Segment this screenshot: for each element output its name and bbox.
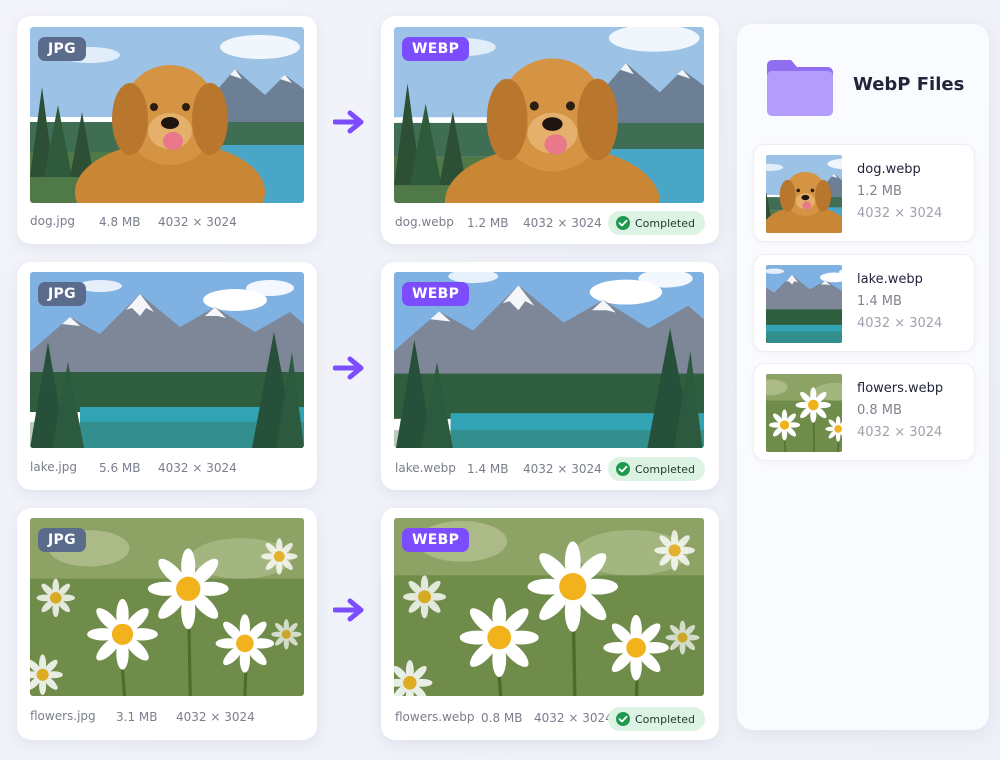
file-name: flowers.webp (857, 381, 944, 396)
source-dimensions: 4032 × 3024 (176, 710, 255, 724)
source-thumbnail-lake: JPG (30, 272, 304, 448)
source-dimensions: 4032 × 3024 (158, 215, 237, 229)
source-thumbnail-flowers: JPG (30, 518, 304, 696)
file-item-flowers[interactable]: flowers.webp 0.8 MB 4032 × 3024 (753, 363, 975, 461)
file-thumbnail (766, 265, 842, 343)
webp-files-panel: WebP Files dog.webp 1.2 MB 4032 × 3024 l… (737, 24, 989, 730)
webp-badge: WEBP (402, 528, 470, 552)
source-thumbnail-dog: JPG (30, 27, 304, 203)
status-label: Completed (635, 216, 695, 230)
output-filesize: 0.8 MB (481, 711, 523, 725)
folder-icon (767, 60, 833, 116)
jpg-badge: JPG (38, 282, 86, 306)
file-name: lake.webp (857, 272, 923, 287)
source-card-flowers[interactable]: JPG flowers.jpg 3.1 MB 4032 × 3024 (17, 508, 317, 740)
status-label: Completed (635, 712, 695, 726)
output-thumbnail-dog: WEBP (394, 27, 704, 203)
jpg-badge: JPG (38, 528, 86, 552)
file-item-dog[interactable]: dog.webp 1.2 MB 4032 × 3024 (753, 144, 975, 242)
status-badge: Completed (608, 211, 705, 235)
check-circle-icon (616, 216, 630, 230)
arrow-right-icon (333, 598, 364, 622)
status-label: Completed (635, 462, 695, 476)
check-circle-icon (616, 712, 630, 726)
status-badge: Completed (608, 457, 705, 481)
file-size: 0.8 MB (857, 403, 902, 418)
check-circle-icon (616, 462, 630, 476)
arrow-right-icon (333, 110, 364, 134)
output-thumbnail-flowers: WEBP (394, 518, 704, 696)
output-filename: flowers.webp (395, 710, 475, 724)
source-filesize: 3.1 MB (116, 710, 158, 724)
source-card-lake[interactable]: JPG lake.jpg 5.6 MB 4032 × 3024 (17, 262, 317, 490)
output-thumbnail-lake: WEBP (394, 272, 704, 448)
output-filesize: 1.4 MB (467, 462, 509, 476)
jpg-badge: JPG (38, 37, 86, 61)
file-dimensions: 4032 × 3024 (857, 316, 943, 331)
webp-badge: WEBP (402, 282, 470, 306)
file-size: 1.4 MB (857, 294, 902, 309)
output-dimensions: 4032 × 3024 (523, 216, 602, 230)
file-name: dog.webp (857, 162, 921, 177)
output-card-lake[interactable]: WEBP lake.webp 1.4 MB 4032 × 3024 Comple… (381, 262, 719, 490)
arrow-right-icon (333, 356, 364, 380)
output-dimensions: 4032 × 3024 (523, 462, 602, 476)
file-dimensions: 4032 × 3024 (857, 425, 943, 440)
source-filename: dog.jpg (30, 214, 75, 228)
file-thumbnail (766, 374, 842, 452)
panel-title: WebP Files (853, 74, 965, 95)
source-filesize: 4.8 MB (99, 215, 141, 229)
status-badge: Completed (608, 707, 705, 731)
file-item-lake[interactable]: lake.webp 1.4 MB 4032 × 3024 (753, 254, 975, 352)
output-filesize: 1.2 MB (467, 216, 509, 230)
source-filename: flowers.jpg (30, 709, 96, 723)
output-card-dog[interactable]: WEBP dog.webp 1.2 MB 4032 × 3024 Complet… (381, 16, 719, 244)
webp-badge: WEBP (402, 37, 470, 61)
output-filename: lake.webp (395, 461, 456, 475)
source-filename: lake.jpg (30, 460, 77, 474)
output-dimensions: 4032 × 3024 (534, 711, 613, 725)
output-card-flowers[interactable]: WEBP flowers.webp 0.8 MB 4032 × 3024 Com… (381, 508, 719, 740)
source-filesize: 5.6 MB (99, 461, 141, 475)
file-thumbnail (766, 155, 842, 233)
output-filename: dog.webp (395, 215, 454, 229)
source-card-dog[interactable]: JPG dog.jpg 4.8 MB 4032 × 3024 (17, 16, 317, 244)
file-dimensions: 4032 × 3024 (857, 206, 943, 221)
file-size: 1.2 MB (857, 184, 902, 199)
source-dimensions: 4032 × 3024 (158, 461, 237, 475)
